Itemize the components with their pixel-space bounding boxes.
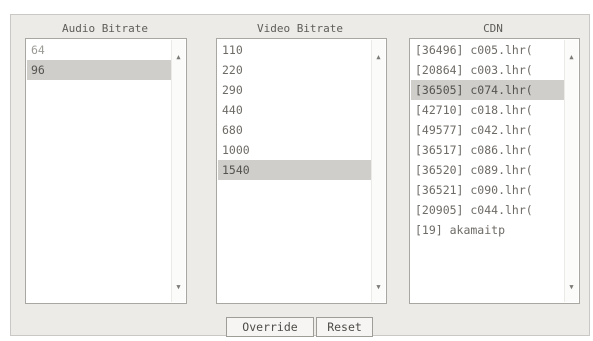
list-item[interactable]: 1000 xyxy=(218,140,372,160)
list-item[interactable]: 64 xyxy=(27,40,172,60)
list-item[interactable]: 96 xyxy=(27,60,172,80)
scroll-up-arrow-icon[interactable]: ▲ xyxy=(372,50,385,64)
audio-bitrate-items: 64 96 xyxy=(27,40,172,302)
video-bitrate-items: 110 220 290 440 680 1000 1540 xyxy=(218,40,372,302)
video-bitrate-scrollbar[interactable]: ▲ ▼ xyxy=(371,40,385,302)
cdn-title: CDN xyxy=(483,22,503,35)
list-item[interactable]: [36520] c089.lhr( xyxy=(411,160,565,180)
audio-bitrate-scrollbar[interactable]: ▲ ▼ xyxy=(171,40,185,302)
video-bitrate-list[interactable]: 110 220 290 440 680 1000 1540 ▲ ▼ xyxy=(216,38,387,304)
scroll-up-arrow-icon[interactable]: ▲ xyxy=(172,50,185,64)
list-item[interactable]: 110 xyxy=(218,40,372,60)
list-item[interactable]: [36505] c074.lhr( xyxy=(411,80,565,100)
cdn-list[interactable]: [36496] c005.lhr([20864] c003.lhr([36505… xyxy=(409,38,580,304)
audio-bitrate-list[interactable]: 64 96 ▲ ▼ xyxy=(25,38,187,304)
list-item[interactable]: [36496] c005.lhr( xyxy=(411,40,565,60)
video-bitrate-title: Video Bitrate xyxy=(256,22,344,35)
list-item[interactable]: 440 xyxy=(218,100,372,120)
reset-button[interactable]: Reset xyxy=(316,317,373,337)
list-item[interactable]: 220 xyxy=(218,60,372,80)
list-item[interactable]: [36521] c090.lhr( xyxy=(411,180,565,200)
list-item[interactable]: [49577] c042.lhr( xyxy=(411,120,565,140)
list-item[interactable]: [42710] c018.lhr( xyxy=(411,100,565,120)
list-item[interactable]: 680 xyxy=(218,120,372,140)
list-item[interactable]: [36517] c086.lhr( xyxy=(411,140,565,160)
list-item[interactable]: 1540 xyxy=(218,160,372,180)
list-item[interactable]: [20905] c044.lhr( xyxy=(411,200,565,220)
cdn-items: [36496] c005.lhr([20864] c003.lhr([36505… xyxy=(411,40,565,302)
audio-bitrate-title: Audio Bitrate xyxy=(61,22,149,35)
scroll-down-arrow-icon[interactable]: ▼ xyxy=(372,280,385,294)
scroll-up-arrow-icon[interactable]: ▲ xyxy=(565,50,578,64)
list-item[interactable]: [20864] c003.lhr( xyxy=(411,60,565,80)
list-item[interactable]: 290 xyxy=(218,80,372,100)
scroll-down-arrow-icon[interactable]: ▼ xyxy=(172,280,185,294)
cdn-scrollbar[interactable]: ▲ ▼ xyxy=(564,40,578,302)
list-item[interactable]: [19] akamaitp xyxy=(411,220,565,240)
override-button[interactable]: Override xyxy=(226,317,314,337)
scroll-down-arrow-icon[interactable]: ▼ xyxy=(565,280,578,294)
stream-settings-screen: Audio Bitrate 64 96 ▲ ▼ Video Bitrate 110… xyxy=(0,0,593,341)
